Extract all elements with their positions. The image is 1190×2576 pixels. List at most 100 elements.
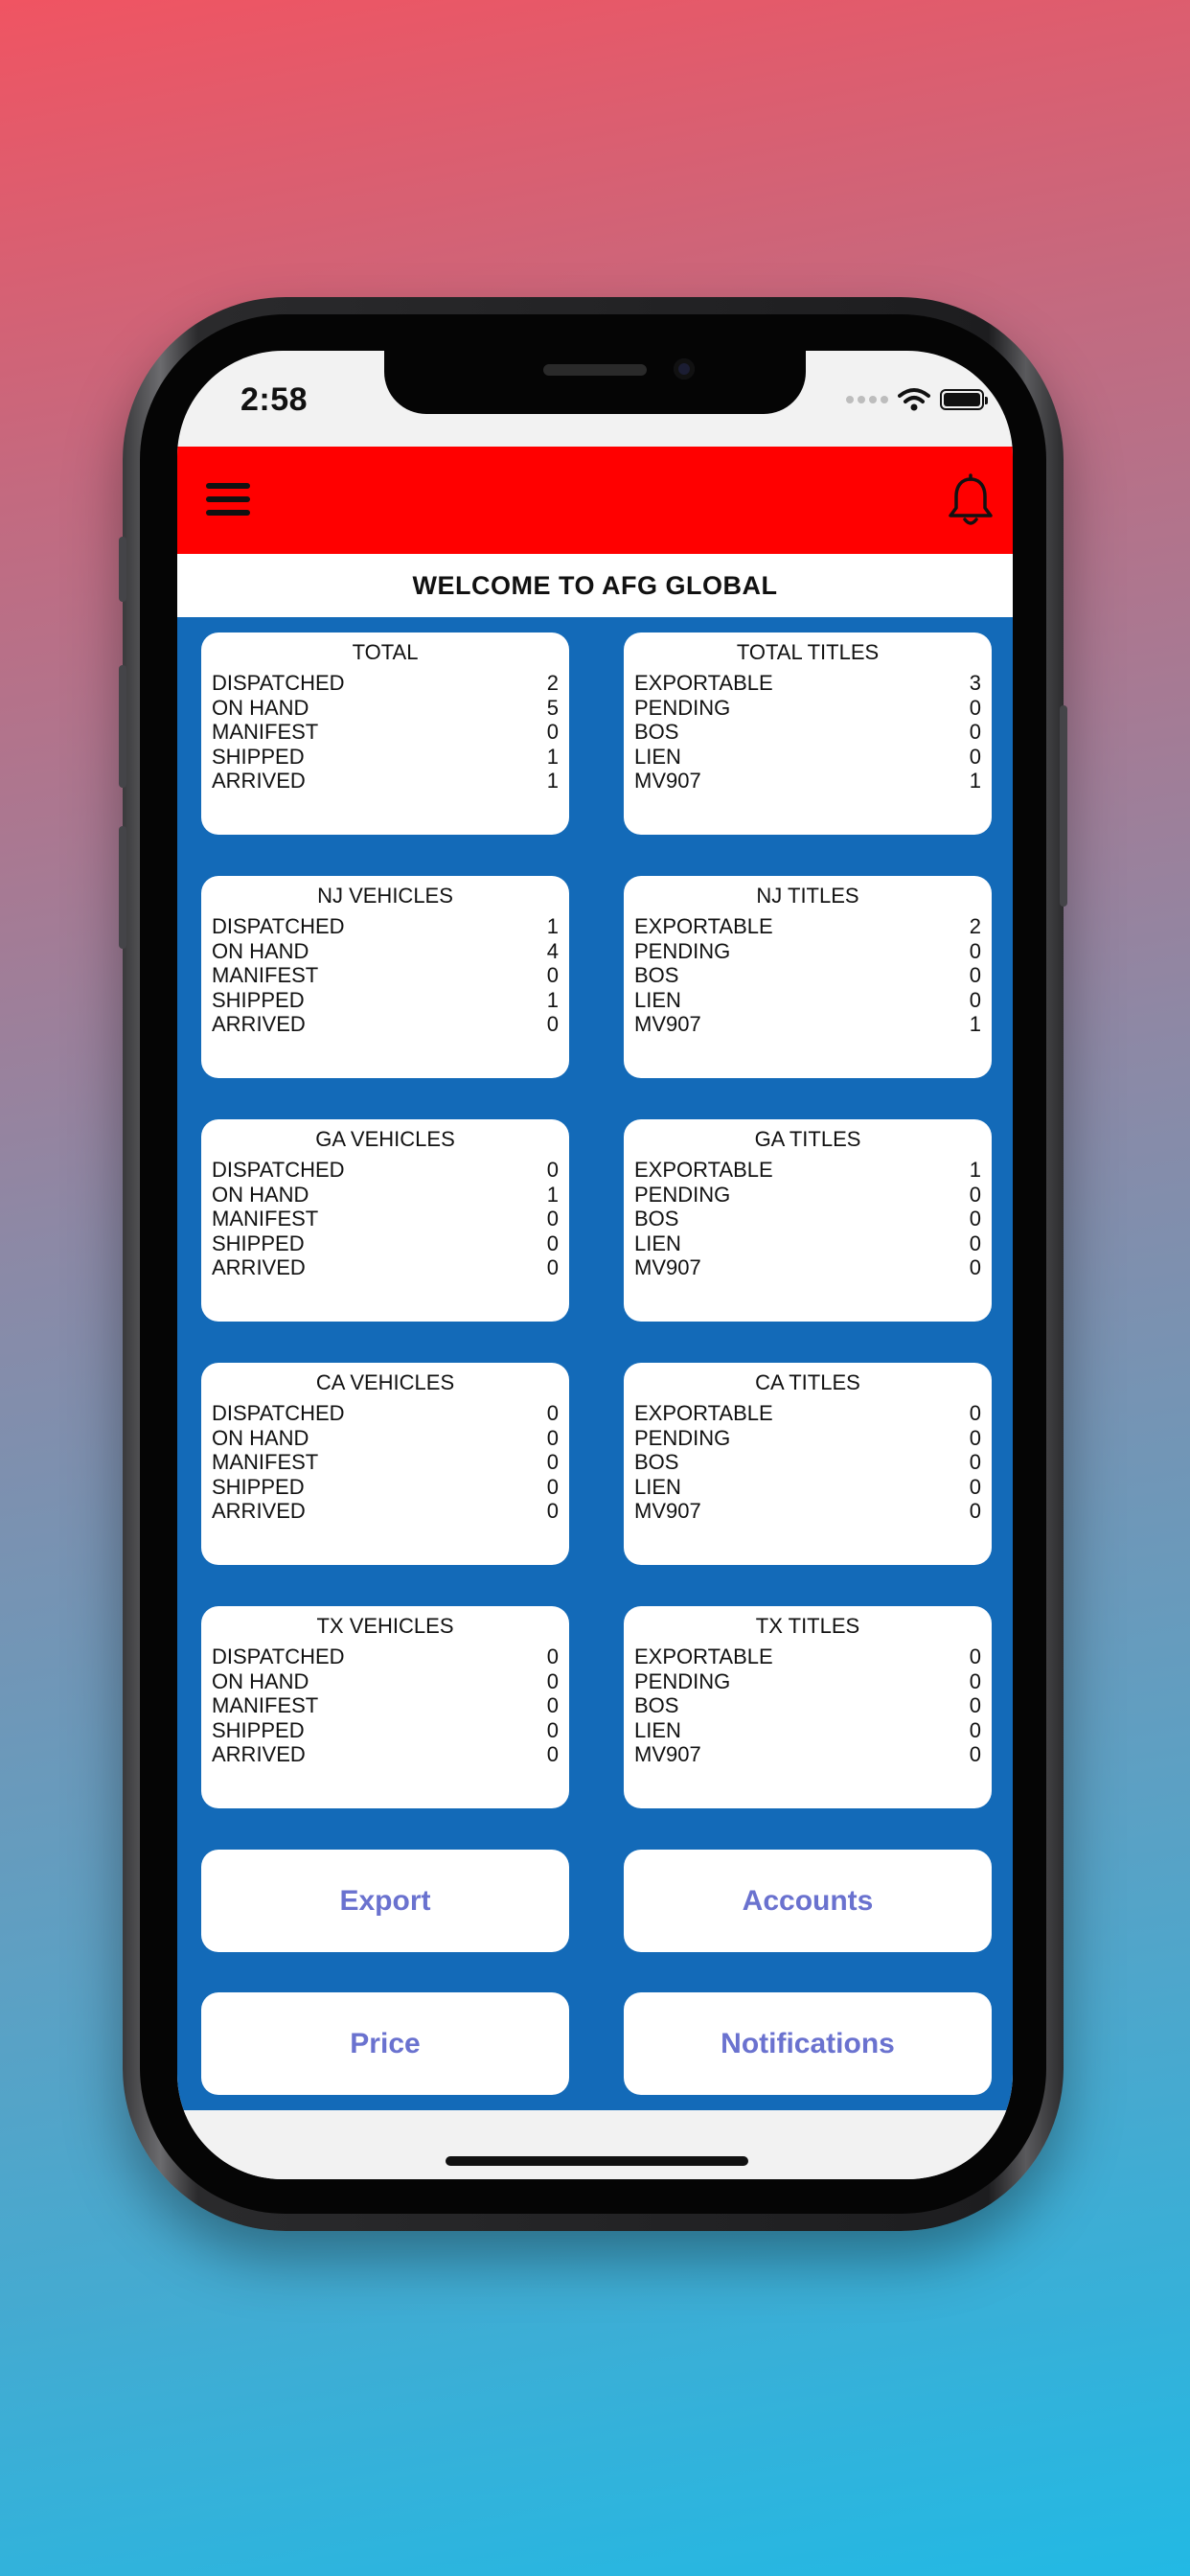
export-button[interactable]: Export <box>201 1850 569 1952</box>
stat-value: 0 <box>969 987 981 1012</box>
stat-row: BOS 0 <box>634 720 981 745</box>
stat-row: DISPATCHED 0 <box>212 1401 559 1426</box>
stat-row: ARRIVED 0 <box>212 1255 559 1280</box>
stat-label: MANIFEST <box>212 963 319 988</box>
stat-label: EXPORTABLE <box>634 1401 773 1425</box>
stat-row: PENDING 0 <box>634 939 981 964</box>
stat-value: 1 <box>969 1158 981 1182</box>
phone-screen: 2:58 WELCOME TO AFG GLOBAL TOTAL DISPATCH… <box>177 351 1013 2179</box>
stat-card-ca-titles[interactable]: CA TITLES EXPORTABLE 0 PENDING 0 BOS 0 LIEN 0 MV9… <box>624 1363 992 1565</box>
silent-switch <box>119 537 126 602</box>
stat-label: SHIPPED <box>212 744 305 769</box>
stat-value: 0 <box>969 1401 981 1425</box>
stat-row: PENDING 0 <box>634 696 981 721</box>
bottom-safe-area <box>177 2110 1013 2179</box>
stat-value: 0 <box>969 1425 981 1450</box>
card-title: NJ TITLES <box>756 884 859 908</box>
stat-value: 0 <box>546 1207 559 1231</box>
stat-card-nj-vehicles[interactable]: NJ VEHICLES DISPATCHED 1 ON HAND 4 MANIFEST 0 S… <box>201 876 569 1078</box>
stat-value: 0 <box>969 1742 981 1767</box>
stat-card-total-titles[interactable]: TOTAL TITLES EXPORTABLE 3 PENDING 0 BOS 0 LIEN 0… <box>624 632 992 835</box>
stat-value: 0 <box>546 1450 559 1475</box>
stat-row: SHIPPED 0 <box>212 1718 559 1743</box>
stat-row: SHIPPED 0 <box>212 1231 559 1256</box>
stat-value: 1 <box>546 1182 559 1207</box>
stat-row: EXPORTABLE 0 <box>634 1644 981 1669</box>
stat-label: ARRIVED <box>212 1742 306 1767</box>
speaker <box>543 364 647 376</box>
stat-label: PENDING <box>634 1425 731 1450</box>
stat-label: DISPATCHED <box>212 1401 345 1425</box>
stat-row: SHIPPED 1 <box>212 988 559 1013</box>
stat-value: 0 <box>969 1668 981 1693</box>
stat-value: 0 <box>546 720 559 745</box>
stat-row: BOS 0 <box>634 1450 981 1475</box>
stat-row: MANIFEST 0 <box>212 1693 559 1718</box>
stat-label: LIEN <box>634 1230 681 1255</box>
hamburger-menu-icon[interactable] <box>206 483 250 518</box>
stat-label: MV907 <box>634 1742 701 1767</box>
stat-value: 0 <box>969 1644 981 1668</box>
stat-value: 4 <box>546 938 559 963</box>
stat-label: PENDING <box>634 1668 731 1693</box>
stat-label: EXPORTABLE <box>634 914 773 938</box>
wifi-icon <box>898 388 930 411</box>
stat-label: LIEN <box>634 1474 681 1499</box>
stat-label: SHIPPED <box>212 1230 305 1255</box>
stat-card-ga-vehicles[interactable]: GA VEHICLES DISPATCHED 0 ON HAND 1 MANIFEST 0 S… <box>201 1119 569 1322</box>
stat-row: SHIPPED 0 <box>212 1475 559 1500</box>
volume-up-button <box>119 665 126 788</box>
stat-value: 0 <box>969 1207 981 1231</box>
stat-value: 0 <box>969 1499 981 1524</box>
stat-label: MV907 <box>634 1012 701 1037</box>
bell-icon[interactable] <box>944 473 997 531</box>
battery-icon <box>940 389 988 410</box>
stat-row: MV907 0 <box>634 1255 981 1280</box>
stat-value: 1 <box>546 914 559 938</box>
stat-label: DISPATCHED <box>212 914 345 938</box>
stat-label: EXPORTABLE <box>634 1158 773 1182</box>
stat-row: BOS 0 <box>634 1207 981 1231</box>
stat-card-tx-titles[interactable]: TX TITLES EXPORTABLE 0 PENDING 0 BOS 0 LIEN 0 MV9… <box>624 1606 992 1808</box>
card-title: TOTAL TITLES <box>736 640 880 664</box>
card-title: GA TITLES <box>754 1127 861 1151</box>
stat-value: 0 <box>969 1255 981 1280</box>
stat-label: MV907 <box>634 769 701 794</box>
notifications-button[interactable]: Notifications <box>624 1992 992 2095</box>
stat-label: PENDING <box>634 695 731 720</box>
stat-row: EXPORTABLE 1 <box>634 1158 981 1183</box>
stat-value: 0 <box>969 695 981 720</box>
stat-value: 1 <box>969 769 981 794</box>
stat-value: 0 <box>546 1717 559 1742</box>
card-title: GA VEHICLES <box>315 1127 455 1151</box>
stat-value: 0 <box>546 1012 559 1037</box>
stat-label: EXPORTABLE <box>634 671 773 695</box>
stat-row: MANIFEST 0 <box>212 963 559 988</box>
stat-value: 0 <box>546 1158 559 1182</box>
stat-card-ga-titles[interactable]: GA TITLES EXPORTABLE 1 PENDING 0 BOS 0 LIEN 0 MV9… <box>624 1119 992 1322</box>
stat-label: MANIFEST <box>212 1207 319 1231</box>
stat-label: BOS <box>634 1450 679 1475</box>
stat-card-ca-vehicles[interactable]: CA VEHICLES DISPATCHED 0 ON HAND 0 MANIFEST 0 S… <box>201 1363 569 1565</box>
stat-card-tx-vehicles[interactable]: TX VEHICLES DISPATCHED 0 ON HAND 0 MANIFEST 0 S… <box>201 1606 569 1808</box>
stat-row: SHIPPED 1 <box>212 745 559 770</box>
price-button[interactable]: Price <box>201 1992 569 2095</box>
stat-card-nj-titles[interactable]: NJ TITLES EXPORTABLE 2 PENDING 0 BOS 0 LIEN 0 MV9… <box>624 876 992 1078</box>
home-indicator[interactable] <box>446 2156 748 2166</box>
stat-label: PENDING <box>634 1182 731 1207</box>
stat-value: 0 <box>546 1255 559 1280</box>
stat-value: 5 <box>546 695 559 720</box>
stat-card-total[interactable]: TOTAL DISPATCHED 2 ON HAND 5 MANIFEST 0 SHIPPED… <box>201 632 569 835</box>
stat-label: ON HAND <box>212 1425 309 1450</box>
accounts-button[interactable]: Accounts <box>624 1850 992 1952</box>
stat-value: 0 <box>546 963 559 988</box>
stat-label: ARRIVED <box>212 1499 306 1524</box>
stat-label: MV907 <box>634 1499 701 1524</box>
page-title: WELCOME TO AFG GLOBAL <box>177 554 1013 617</box>
card-title: CA VEHICLES <box>315 1370 455 1394</box>
stat-value: 0 <box>969 1474 981 1499</box>
stat-label: ARRIVED <box>212 1012 306 1037</box>
stat-row: ARRIVED 0 <box>212 1742 559 1767</box>
stat-value: 1 <box>546 987 559 1012</box>
stat-row: EXPORTABLE 0 <box>634 1401 981 1426</box>
